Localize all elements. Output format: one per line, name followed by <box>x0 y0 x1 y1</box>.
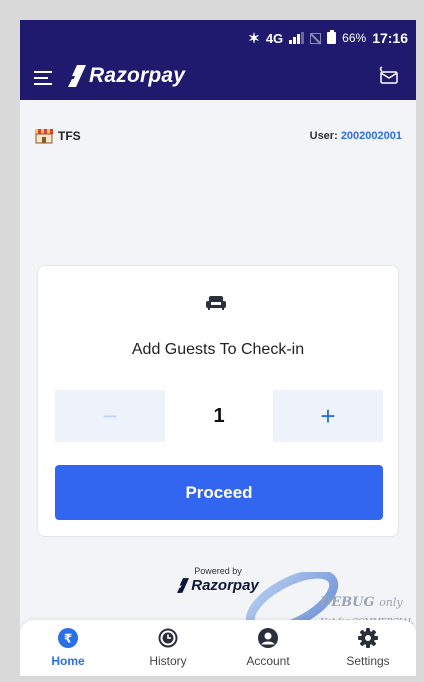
user-info: User: 2002002001 <box>310 130 402 142</box>
bottom-nav: ₹ Home History Account Settings <box>20 620 416 676</box>
card-title: Add Guests To Check-in <box>131 341 305 358</box>
proceed-button[interactable]: Proceed <box>55 465 383 520</box>
account-icon <box>258 628 278 648</box>
nav-account[interactable]: Account <box>228 628 308 674</box>
nav-history-label: History <box>149 654 187 668</box>
brand-logo: Razorpay <box>68 64 185 88</box>
powered-by-text: Powered by <box>194 566 242 576</box>
user-label: User: <box>309 130 338 142</box>
battery-icon <box>327 30 337 44</box>
store-icon <box>35 129 53 144</box>
nav-home-label: Home <box>51 654 85 668</box>
razorpay-mark-icon <box>68 65 86 87</box>
store-label: TFS <box>34 128 81 144</box>
support-call-icon[interactable] <box>378 65 400 87</box>
nav-account-label: Account <box>246 654 290 668</box>
razorpay-mark-icon <box>177 578 190 593</box>
clock: 17:16 <box>372 30 408 46</box>
bluetooth-icon: ✶ <box>248 29 260 46</box>
network-type: 4G <box>265 30 284 46</box>
history-icon <box>158 628 178 648</box>
info-row: TFS User: 2002002001 <box>20 100 416 144</box>
brand-name: Razorpay <box>89 64 186 87</box>
app-screen: ✶ 4G 66% 17:16 Razorpay TFS User: 200200… <box>20 20 416 676</box>
increment-button[interactable]: + <box>273 390 383 442</box>
no-sim-icon <box>310 32 322 44</box>
status-bar: ✶ 4G 66% 17:16 <box>248 27 408 49</box>
checkin-card: Add Guests To Check-in − 1 + Proceed <box>37 265 399 537</box>
battery-percent: 66% <box>342 31 367 45</box>
sofa-icon <box>206 296 226 310</box>
store-name: TFS <box>58 129 81 143</box>
nav-settings[interactable]: Settings <box>328 628 408 674</box>
watermark-debug: DEBUG only <box>320 595 403 610</box>
menu-icon[interactable] <box>34 68 56 86</box>
signal-icon <box>289 32 305 44</box>
nav-home[interactable]: ₹ Home <box>28 628 108 674</box>
rupee-icon: ₹ <box>58 628 78 648</box>
guest-stepper: − 1 + <box>55 390 383 442</box>
powered-by: Powered by Razorpay <box>20 566 416 598</box>
svg-text:₹: ₹ <box>64 632 72 646</box>
nav-history[interactable]: History <box>128 628 208 674</box>
user-id: 2002002001 <box>340 130 402 142</box>
nav-settings-label: Settings <box>346 654 390 668</box>
settings-icon <box>358 628 378 648</box>
decrement-button[interactable]: − <box>55 390 165 442</box>
app-bar: ✶ 4G 66% 17:16 Razorpay <box>20 20 416 100</box>
guest-count: 1 <box>213 404 225 427</box>
